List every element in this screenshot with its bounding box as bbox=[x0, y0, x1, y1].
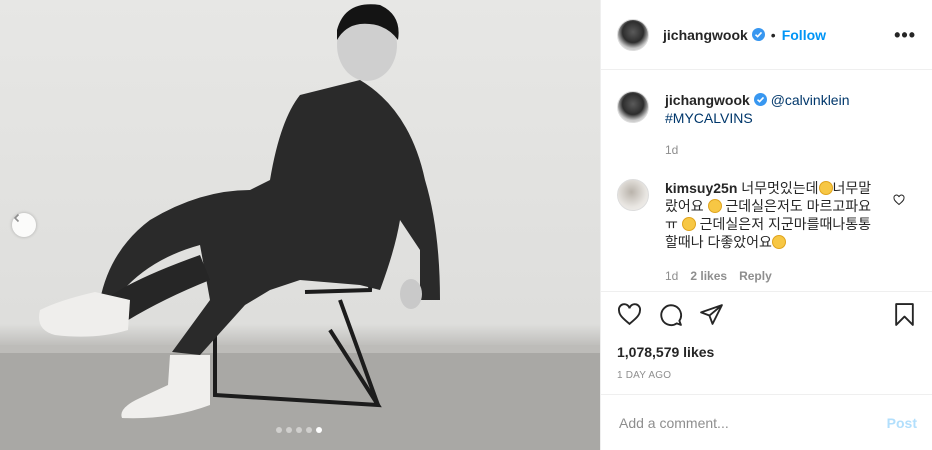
carousel-dot bbox=[296, 427, 302, 433]
like-heart-icon[interactable] bbox=[617, 302, 642, 332]
caption-avatar[interactable] bbox=[617, 91, 649, 123]
verified-badge-icon bbox=[751, 28, 765, 41]
caption-hashtag-link[interactable]: #MYCALVINS bbox=[665, 110, 753, 126]
carousel-dot bbox=[306, 427, 312, 433]
post-comment-button[interactable]: Post bbox=[887, 415, 917, 431]
comment-meta: 1d 2 likes Reply bbox=[665, 267, 883, 285]
more-options-button[interactable]: ••• bbox=[894, 26, 916, 44]
post-age[interactable]: 1 DAY AGO bbox=[617, 370, 917, 381]
comment-body-part: 너무멋있는데 bbox=[741, 180, 819, 196]
comment-likes-count[interactable]: 2 likes bbox=[690, 267, 727, 285]
caption-timestamp[interactable]: 1d bbox=[665, 141, 850, 159]
separator-bullet: • bbox=[770, 26, 776, 43]
carousel-prev-button[interactable] bbox=[12, 213, 36, 237]
crying-emoji-icon bbox=[681, 217, 696, 231]
commenter-username[interactable]: kimsuy25n bbox=[665, 180, 737, 196]
follow-button[interactable]: Follow bbox=[782, 27, 826, 43]
post-header: jichangwook • Follow ••• bbox=[601, 0, 932, 70]
comment-text: kimsuy25n 너무멋있는데 너무말랐어요 근데실은저도 마르고파요ㅠ 근데실… bbox=[665, 179, 883, 285]
carousel-dot bbox=[276, 427, 282, 433]
caption-mention-link[interactable]: @calvinklein bbox=[771, 92, 850, 108]
post-details-panel: jichangwook • Follow ••• jichangwook @ca… bbox=[600, 0, 932, 450]
comment-item: kimsuy25n 너무멋있는데 너무말랐어요 근데실은저도 마르고파요ㅠ 근데실… bbox=[617, 179, 917, 285]
author-username[interactable]: jichangwook bbox=[663, 27, 748, 43]
post-actions: 1,078,579 likes 1 DAY AGO bbox=[601, 291, 932, 381]
author-avatar[interactable] bbox=[617, 18, 649, 51]
carousel-indicator bbox=[276, 427, 322, 433]
share-paper-plane-icon[interactable] bbox=[699, 302, 724, 332]
caption-username[interactable]: jichangwook bbox=[665, 92, 750, 108]
caption-text: jichangwook @calvinklein #MYCALVINS 1d bbox=[665, 91, 850, 159]
comment-body-part: 근데실은저 지군마를때나통통할때나 다좋았어요 bbox=[665, 216, 872, 250]
save-bookmark-icon[interactable] bbox=[892, 302, 917, 332]
sweat-emoji-icon bbox=[707, 199, 722, 213]
commenter-avatar[interactable] bbox=[617, 179, 649, 211]
add-comment-input[interactable] bbox=[617, 413, 887, 432]
comment-reply-button[interactable]: Reply bbox=[739, 267, 772, 285]
verified-badge-icon bbox=[753, 93, 767, 106]
star-struck-emoji-icon bbox=[771, 235, 786, 249]
carousel-dot-active bbox=[316, 427, 322, 433]
action-icons bbox=[617, 302, 917, 332]
comment-timestamp[interactable]: 1d bbox=[665, 267, 678, 285]
post-photo[interactable] bbox=[0, 0, 600, 450]
likes-count[interactable]: 1,078,579 likes bbox=[617, 344, 917, 360]
photo-illustration bbox=[0, 4, 600, 450]
thumbs-up-emoji-icon bbox=[818, 181, 833, 195]
add-comment-bar: Post bbox=[601, 394, 932, 450]
post-caption: jichangwook @calvinklein #MYCALVINS 1d bbox=[617, 91, 917, 159]
chevron-left-icon bbox=[13, 213, 20, 223]
comment-bubble-icon[interactable] bbox=[658, 302, 683, 332]
carousel-dot bbox=[286, 427, 292, 433]
comment-like-heart-icon[interactable] bbox=[893, 193, 905, 211]
